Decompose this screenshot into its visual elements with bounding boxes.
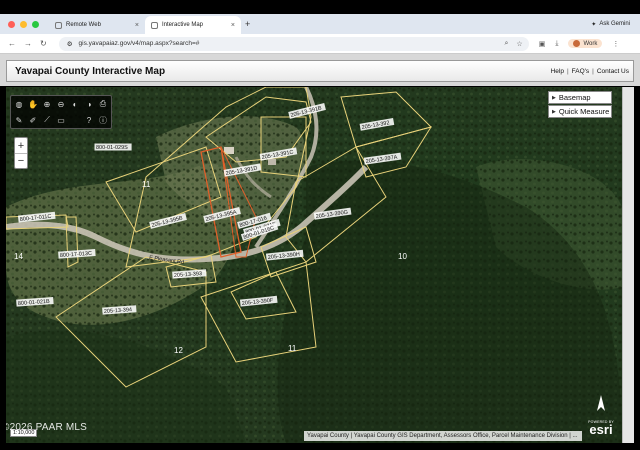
globe-icon[interactable]: ◍ (13, 98, 25, 110)
zoom-in-button[interactable]: + (15, 138, 27, 153)
section-number: 12 (174, 346, 183, 355)
maximize-window-button[interactable] (32, 20, 39, 28)
section-number: 14 (14, 252, 23, 261)
help-link[interactable]: Help (551, 68, 564, 75)
app-header: Yavapai County Interactive Map Help | FA… (6, 60, 634, 82)
zoom-next-icon[interactable]: ◑ (83, 98, 95, 110)
esri-logo: POWERED BY esri (584, 395, 618, 439)
satellite-map[interactable]: 205-13-391B205-13-392205-13-391C205-13-3… (6, 87, 622, 443)
menu-icon[interactable]: ⋮ (612, 40, 619, 48)
address-bar[interactable]: ⚙ gis.yavapaiaz.gov/v4/map.aspx?search=#… (58, 36, 529, 51)
section-number: 11 (142, 180, 151, 189)
mls-watermark: ©2026 PAAR MLS (6, 422, 88, 433)
building (268, 159, 276, 165)
ask-gemini-label: Ask Gemini (599, 21, 630, 27)
url-text: gis.yavapaiaz.gov/v4/map.aspx?search=# (78, 40, 200, 47)
profile-button[interactable]: Work (568, 39, 603, 48)
page-icon (151, 21, 158, 29)
esri-wordmark: esri (589, 422, 613, 437)
zoom-out-button[interactable]: − (15, 153, 27, 168)
forward-icon[interactable]: → (24, 39, 32, 48)
site-info-icon[interactable]: ⚙ (67, 40, 73, 48)
window-controls (8, 20, 39, 28)
close-window-button[interactable] (8, 20, 15, 28)
parcel-label-text: 800-01-029S (96, 145, 128, 151)
globe-icon (55, 21, 62, 29)
close-icon[interactable]: × (231, 22, 235, 29)
section-number: 10 (398, 252, 407, 261)
tab-label: Remote Web (66, 22, 101, 28)
tab-label: Interactive Map (162, 22, 204, 28)
print-icon[interactable]: ⎙ (97, 98, 109, 110)
divider: | (566, 67, 569, 75)
divider: | (592, 67, 594, 75)
zoom-out-icon[interactable]: ⊖ (55, 98, 67, 110)
measure-icon[interactable]: ⟋ (41, 114, 53, 126)
zoom-in-icon[interactable]: ⊕ (41, 98, 53, 110)
blank-icon (69, 114, 81, 126)
tab-interactive-map[interactable]: Interactive Map × (145, 16, 241, 34)
ask-gemini-button[interactable]: ✦ Ask Gemini (591, 21, 630, 28)
help-icon[interactable]: ? (83, 114, 95, 126)
profile-label: Work (583, 40, 598, 47)
basemap-label: Basemap (558, 93, 591, 102)
browser-tab-bar: Remote Web × Interactive Map × + ✦ Ask G… (0, 14, 640, 34)
quick-measure-label: Quick Measure (558, 107, 610, 116)
download-icon[interactable]: ⤓ (555, 40, 558, 48)
compass-icon (597, 395, 605, 411)
avatar (573, 40, 581, 47)
quick-measure-button[interactable]: ▶ Quick Measure (548, 105, 612, 118)
minimize-window-button[interactable] (20, 20, 27, 28)
map-view[interactable]: 205-13-391B 205-13-392 205-13-391C 205-13-3… (6, 87, 622, 443)
pan-hand-icon[interactable]: ✋ (27, 98, 39, 110)
caret-right-icon: ▶ (552, 108, 556, 115)
contact-us-link[interactable]: Contact Us (597, 68, 629, 75)
draw-icon[interactable]: ✐ (27, 114, 39, 126)
zoom-icon[interactable]: ⌕ (505, 40, 509, 48)
page-title: Yavapai County Interactive Map (15, 65, 166, 77)
new-tab-button[interactable]: + (245, 19, 250, 29)
info-icon[interactable]: ⓘ (97, 114, 109, 126)
sparkle-icon: ✦ (591, 21, 597, 28)
screen: Remote Web × Interactive Map × + ✦ Ask G… (0, 0, 640, 450)
parcel-label: 800-01-029S (94, 143, 132, 151)
bookmark-star-icon[interactable]: ☆ (516, 40, 522, 48)
faq-link[interactable]: FAQ's (572, 68, 590, 75)
back-icon[interactable]: ← (8, 39, 16, 48)
pencil-icon[interactable]: ✎ (13, 114, 25, 126)
reload-icon[interactable]: ↻ (40, 39, 47, 48)
zoom-previous-icon[interactable]: ◐ (69, 98, 81, 110)
map-toolbar: ◍ ✋ ⊕ ⊖ ◐ ◑ ⎙ ✎ ✐ ⟋ ▭ ? ⓘ (10, 95, 112, 129)
caret-right-icon: ▶ (552, 94, 556, 101)
address-toolbar: ← → ↻ ⚙ gis.yavapaiaz.gov/v4/map.aspx?se… (0, 34, 640, 54)
close-icon[interactable]: × (135, 22, 139, 29)
extensions-icon[interactable]: ▣ (539, 40, 546, 48)
zoom-control: + − (14, 137, 28, 169)
eraser-icon[interactable]: ▭ (55, 114, 67, 126)
vertical-scrollbar[interactable] (622, 87, 634, 443)
tab-remote-web[interactable]: Remote Web × (49, 16, 145, 34)
map-attribution: Yavapai County | Yavapai County GIS Depa… (304, 431, 582, 441)
basemap-button[interactable]: ▶ Basemap (548, 91, 612, 104)
section-number: 11 (288, 344, 297, 353)
